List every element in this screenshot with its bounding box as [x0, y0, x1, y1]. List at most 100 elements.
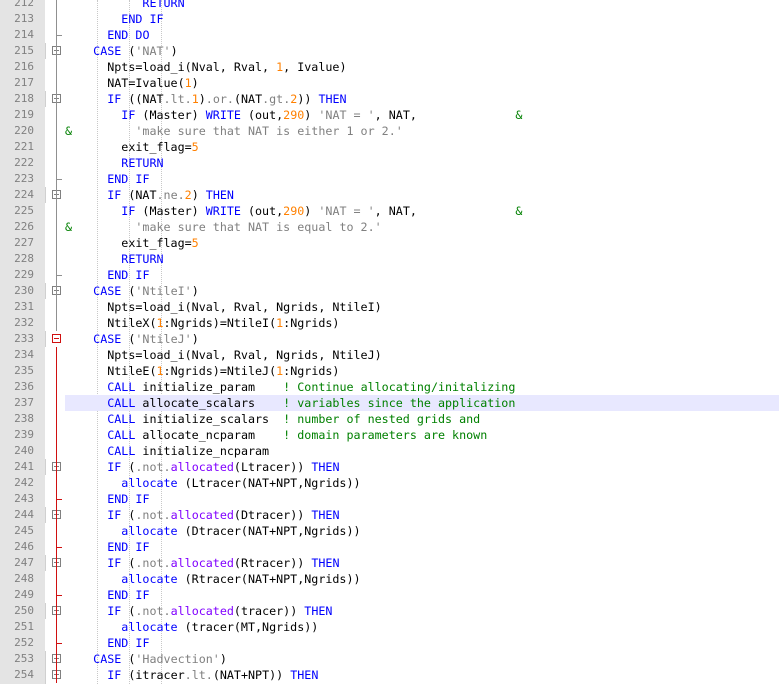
code-line[interactable]: 234 Npts=load_i(Nval, Rval, Ngrids, Ntil…: [0, 347, 779, 363]
fold-cell: [45, 411, 65, 427]
code-line[interactable]: 232 NtileX(1:Ngrids)=NtileI(1:Ngrids): [0, 315, 779, 331]
code-text[interactable]: RETURN: [65, 0, 184, 11]
code-line[interactable]: 254 IF (itracer.lt.(NAT+NPT)) THEN: [0, 667, 779, 683]
code-text[interactable]: END DO: [65, 27, 149, 43]
code-editor[interactable]: 212 RETURN 213 END IF 214 END DO 215 CASE (…: [0, 0, 779, 684]
code-line[interactable]: 252 END IF: [0, 635, 779, 651]
code-text[interactable]: & 'make sure that NAT is equal to 2.': [65, 219, 382, 235]
code-text[interactable]: RETURN: [65, 155, 163, 171]
code-text[interactable]: IF (Master) WRITE (out,290) 'NAT = ', NA…: [65, 203, 522, 219]
fold-collapse-icon[interactable]: [52, 334, 61, 343]
code-line[interactable]: 213 END IF: [0, 11, 779, 27]
code-line[interactable]: 247 IF (.not.allocated(Rtracer)) THEN: [0, 555, 779, 571]
code-text[interactable]: END IF: [65, 491, 149, 507]
code-line[interactable]: 223 END IF: [0, 171, 779, 187]
code-line[interactable]: 233 CASE ('NtileJ'): [0, 331, 779, 347]
code-line[interactable]: 249 END IF: [0, 587, 779, 603]
code-line[interactable]: 216 Npts=load_i(Nval, Rval, 1, Ivalue): [0, 59, 779, 75]
gutter-spacer: [34, 347, 45, 363]
code-text[interactable]: allocate (tracer(MT,Ngrids)): [65, 619, 318, 635]
code-line[interactable]: 217 NAT=Ivalue(1): [0, 75, 779, 91]
code-line[interactable]: 245 allocate (Dtracer(NAT+NPT,Ngrids)): [0, 523, 779, 539]
code-line[interactable]: 227 exit_flag=5: [0, 235, 779, 251]
code-text[interactable]: IF (NAT.ne.2) THEN: [65, 187, 234, 203]
code-text[interactable]: CALL initialize_param ! Continue allocat…: [65, 379, 515, 395]
fold-cell: [45, 75, 65, 91]
code-line[interactable]: 221 exit_flag=5: [0, 139, 779, 155]
code-line[interactable]: 242 allocate (Ltracer(NAT+NPT,Ngrids)): [0, 475, 779, 491]
code-text[interactable]: IF (.not.allocated(tracer)) THEN: [65, 603, 332, 619]
gutter-spacer: [34, 235, 45, 251]
code-line[interactable]: 250 IF (.not.allocated(tracer)) THEN: [0, 603, 779, 619]
code-text[interactable]: NAT=Ivalue(1): [65, 75, 199, 91]
code-text[interactable]: NtileX(1:Ngrids)=NtileI(1:Ngrids): [65, 315, 339, 331]
code-line[interactable]: 240 CALL initialize_ncparam: [0, 443, 779, 459]
code-line[interactable]: 214 END DO: [0, 27, 779, 43]
code-line[interactable]: 253 CASE ('Hadvection'): [0, 651, 779, 667]
code-text[interactable]: Npts=load_i(Nval, Rval, 1, Ivalue): [65, 59, 346, 75]
code-text[interactable]: CALL allocate_scalars ! variables since …: [65, 395, 515, 411]
line-number: 228: [0, 251, 34, 267]
code-text[interactable]: END IF: [65, 267, 149, 283]
code-text[interactable]: Npts=load_i(Nval, Rval, Ngrids, NtileJ): [65, 347, 381, 363]
gutter-spacer: [34, 363, 45, 379]
code-text[interactable]: CASE ('NtileI'): [65, 283, 199, 299]
code-text[interactable]: CALL initialize_scalars ! number of nest…: [65, 411, 480, 427]
code-line[interactable]: 229 END IF: [0, 267, 779, 283]
code-line[interactable]: 237 CALL allocate_scalars ! variables si…: [0, 395, 779, 411]
fold-cell: [45, 587, 65, 603]
code-text[interactable]: allocate (Dtracer(NAT+NPT,Ngrids)): [65, 523, 360, 539]
code-line[interactable]: 222 RETURN: [0, 155, 779, 171]
code-line[interactable]: 239 CALL allocate_ncparam ! domain param…: [0, 427, 779, 443]
code-text[interactable]: CALL allocate_ncparam ! domain parameter…: [65, 427, 487, 443]
code-text[interactable]: END IF: [65, 11, 163, 27]
code-line[interactable]: 212 RETURN: [0, 0, 779, 11]
code-text[interactable]: END IF: [65, 171, 149, 187]
code-line[interactable]: 226 & 'make sure that NAT is equal to 2.': [0, 219, 779, 235]
code-text[interactable]: & 'make sure that NAT is either 1 or 2.': [65, 123, 403, 139]
code-text[interactable]: RETURN: [65, 251, 163, 267]
code-text[interactable]: allocate (Rtracer(NAT+NPT,Ngrids)): [65, 571, 360, 587]
code-line[interactable]: 238 CALL initialize_scalars ! number of …: [0, 411, 779, 427]
code-text[interactable]: IF (.not.allocated(Dtracer)) THEN: [65, 507, 339, 523]
code-line[interactable]: 218 IF ((NAT.lt.1).or.(NAT.gt.2)) THEN: [0, 91, 779, 107]
line-number: 248: [0, 571, 34, 587]
code-line[interactable]: 243 END IF: [0, 491, 779, 507]
code-text[interactable]: allocate (Ltracer(NAT+NPT,Ngrids)): [65, 475, 360, 491]
code-line[interactable]: 219 IF (Master) WRITE (out,290) 'NAT = '…: [0, 107, 779, 123]
code-line[interactable]: 228 RETURN: [0, 251, 779, 267]
code-line[interactable]: 251 allocate (tracer(MT,Ngrids)): [0, 619, 779, 635]
code-text[interactable]: IF (.not.allocated(Rtracer)) THEN: [65, 555, 339, 571]
code-text[interactable]: IF (Master) WRITE (out,290) 'NAT = ', NA…: [65, 107, 522, 123]
code-text[interactable]: CASE ('NtileJ'): [65, 331, 199, 347]
gutter-spacer: [34, 635, 45, 651]
code-text[interactable]: exit_flag=5: [65, 235, 198, 251]
code-text[interactable]: IF (.not.allocated(Ltracer)) THEN: [65, 459, 339, 475]
code-text[interactable]: END IF: [65, 539, 149, 555]
code-line[interactable]: 225 IF (Master) WRITE (out,290) 'NAT = '…: [0, 203, 779, 219]
code-line[interactable]: 236 CALL initialize_param ! Continue all…: [0, 379, 779, 395]
code-text[interactable]: NtileE(1:Ngrids)=NtileJ(1:Ngrids): [65, 363, 339, 379]
code-line[interactable]: 248 allocate (Rtracer(NAT+NPT,Ngrids)): [0, 571, 779, 587]
fold-cell[interactable]: [0, 331, 65, 347]
code-line[interactable]: 244 IF (.not.allocated(Dtracer)) THEN: [0, 507, 779, 523]
code-line[interactable]: 224 IF (NAT.ne.2) THEN: [0, 187, 779, 203]
line-number: 234: [0, 347, 34, 363]
code-text[interactable]: CASE ('Hadvection'): [65, 651, 227, 667]
code-text[interactable]: exit_flag=5: [65, 139, 198, 155]
line-number: 214: [0, 27, 34, 43]
code-line[interactable]: 230 CASE ('NtileI'): [0, 283, 779, 299]
code-text[interactable]: CALL initialize_ncparam: [65, 443, 269, 459]
code-line[interactable]: 241 IF (.not.allocated(Ltracer)) THEN: [0, 459, 779, 475]
code-text[interactable]: IF ((NAT.lt.1).or.(NAT.gt.2)) THEN: [65, 91, 346, 107]
code-line[interactable]: 220 & 'make sure that NAT is either 1 or …: [0, 123, 779, 139]
code-text[interactable]: END IF: [65, 587, 149, 603]
code-text[interactable]: END IF: [65, 635, 149, 651]
code-line[interactable]: 231 Npts=load_i(Nval, Rval, Ngrids, Ntil…: [0, 299, 779, 315]
code-line[interactable]: 215 CASE ('NAT'): [0, 43, 779, 59]
code-text[interactable]: CASE ('NAT'): [65, 43, 177, 59]
code-line[interactable]: 246 END IF: [0, 539, 779, 555]
code-text[interactable]: Npts=load_i(Nval, Rval, Ngrids, NtileI): [65, 299, 381, 315]
code-line[interactable]: 235 NtileE(1:Ngrids)=NtileJ(1:Ngrids): [0, 363, 779, 379]
code-text[interactable]: IF (itracer.lt.(NAT+NPT)) THEN: [65, 667, 318, 683]
